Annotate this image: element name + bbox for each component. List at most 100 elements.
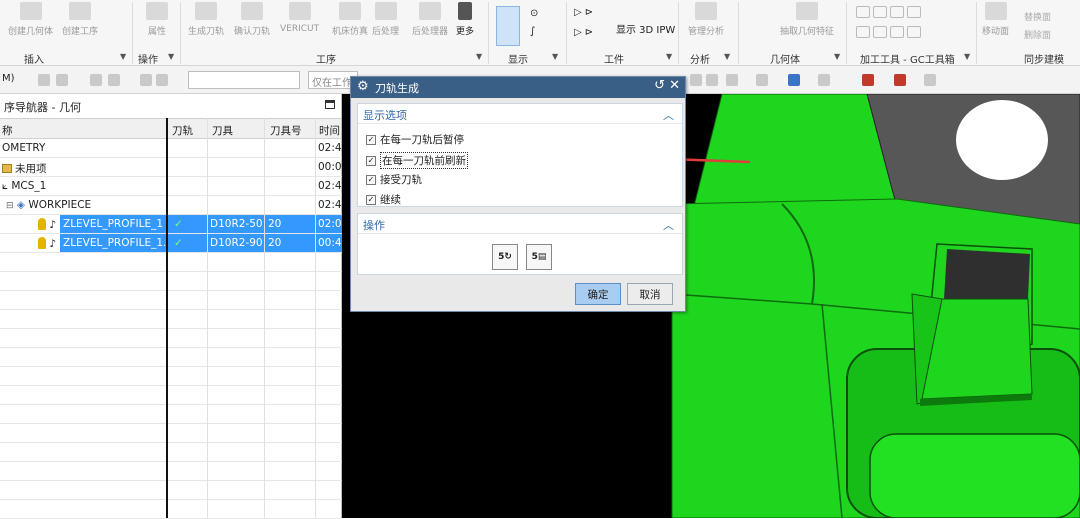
- group-geometry-dropdown-icon[interactable]: ▼: [834, 52, 840, 61]
- table-row[interactable]: ♪ ZLEVEL_PROFILE_1 ✓ D10R2-50 20 02:0: [0, 215, 342, 234]
- filter-icon-4[interactable]: [108, 74, 120, 86]
- cancel-button[interactable]: 取消: [627, 283, 673, 305]
- machine-sim-icon: [339, 2, 361, 20]
- table-row[interactable]: ⟀ MCS_1 02:4: [0, 177, 342, 196]
- reset-icon[interactable]: ↺: [654, 78, 665, 93]
- refresh-before-path-checkbox[interactable]: ✓: [366, 155, 376, 166]
- display-toggle-button[interactable]: [496, 6, 520, 46]
- accept-path-option[interactable]: ✓ 接受刀轨: [366, 172, 422, 187]
- generate-path-icon: [195, 2, 217, 20]
- dialog-titlebar[interactable]: ⚙ 刀轨生成 ↺ ✕: [351, 77, 685, 98]
- gc-tool-icon-5: [856, 26, 870, 38]
- operation-navigator: 序导航器 - 几何 称 刀轨 刀具 刀具号 时间 OMETRY 02:4 未用项…: [0, 94, 342, 519]
- workpiece-tool-1[interactable]: ▷ ⊳: [574, 7, 593, 18]
- vericut-icon: [288, 2, 311, 20]
- manage-analysis-button[interactable]: 管理分析: [688, 0, 724, 48]
- refresh-before-path-option[interactable]: ✓ 在每一刀轨前刷新: [366, 152, 468, 169]
- group-analysis-dropdown-icon[interactable]: ▼: [724, 52, 730, 61]
- extract-geometry-icon: [796, 2, 818, 20]
- measure-icon[interactable]: [894, 74, 906, 86]
- properties-icon: [146, 2, 168, 20]
- group-insert-dropdown-icon[interactable]: ▼: [120, 52, 126, 61]
- col-name[interactable]: 称: [2, 123, 13, 138]
- gc-tools-row-2[interactable]: [856, 26, 921, 38]
- delete-face-button[interactable]: 删除面: [1024, 28, 1051, 41]
- navigator-header: 称 刀轨 刀具 刀具号 时间: [0, 118, 341, 139]
- folder-icon: [2, 164, 12, 173]
- col-toolno[interactable]: 刀具号: [270, 123, 302, 138]
- selection-filter-select[interactable]: [188, 71, 300, 89]
- group-analysis-label: 分析: [690, 55, 710, 66]
- group-operation-label: 操作: [138, 55, 158, 66]
- gc-tools-row-1[interactable]: [856, 6, 921, 18]
- view-icon-1[interactable]: [690, 74, 702, 86]
- target-icon[interactable]: ⊙: [530, 8, 538, 19]
- ok-button[interactable]: 确定: [575, 283, 621, 305]
- filter-icon-6[interactable]: [156, 74, 168, 86]
- cube-view-icon[interactable]: [788, 74, 800, 86]
- group-workpiece-dropdown-icon[interactable]: ▼: [666, 52, 672, 61]
- pause-after-path-option[interactable]: ✓ 在每一刀轨后暂停: [366, 132, 464, 147]
- continue-option[interactable]: ✓ 继续: [366, 192, 401, 207]
- workpiece-tool-2[interactable]: ▷ ⊳: [574, 27, 593, 38]
- show-3d-ipw-button[interactable]: 显示 3D IPW: [616, 21, 675, 36]
- filter-icon-2[interactable]: [56, 74, 68, 86]
- display-options-section: 显示选项 ︿ ✓ 在每一刀轨后暂停 ✓ 在每一刀轨前刷新 ✓ 接受刀轨 ✓ 继续: [357, 103, 683, 207]
- generate-icon[interactable]: 5↻: [492, 244, 518, 270]
- table-row[interactable]: 未用项 00:0: [0, 158, 342, 177]
- move-face-button[interactable]: 移动面: [982, 0, 1009, 48]
- extract-geometry-button[interactable]: 抽取几何特征: [780, 0, 834, 48]
- col-time[interactable]: 时间: [319, 123, 340, 138]
- table-row[interactable]: ⊟ ◈ WORKPIECE 02:4: [0, 196, 342, 215]
- group-display-label: 显示: [508, 55, 528, 66]
- group-display-dropdown-icon[interactable]: ▼: [552, 52, 558, 61]
- view-icon-2[interactable]: [726, 74, 738, 86]
- group-gc-dropdown-icon[interactable]: ▼: [964, 52, 970, 61]
- maximize-icon[interactable]: [325, 100, 335, 109]
- close-icon[interactable]: ✕: [669, 78, 680, 93]
- collapse-chevron-icon-2[interactable]: ︿: [663, 217, 674, 233]
- table-row[interactable]: OMETRY 02:4: [0, 139, 342, 158]
- create-geometry-button[interactable]: 创建几何体: [8, 0, 53, 48]
- filter-icon-3[interactable]: [90, 74, 102, 86]
- generate-path-button[interactable]: 生成刀轨: [188, 0, 224, 48]
- csys-icon[interactable]: [862, 74, 874, 86]
- accept-path-checkbox[interactable]: ✓: [366, 174, 376, 185]
- operation-icon: ♪: [49, 219, 57, 231]
- pause-after-path-checkbox[interactable]: ✓: [366, 134, 376, 145]
- group-sync-label: 同步建模: [1024, 55, 1064, 66]
- group-process-label: 工序: [316, 55, 336, 66]
- render-icon[interactable]: [756, 74, 768, 86]
- replace-face-button[interactable]: 替换面: [1024, 10, 1051, 23]
- collapse-chevron-icon[interactable]: ︿: [663, 107, 674, 123]
- collapse-icon[interactable]: ⊟: [6, 201, 14, 211]
- mcs-icon: ⟀: [2, 181, 8, 192]
- properties-button[interactable]: 属性: [146, 0, 168, 48]
- postprocess-button[interactable]: 后处理: [372, 0, 399, 48]
- display-options-header[interactable]: 显示选项 ︿: [358, 104, 682, 124]
- col-tool[interactable]: 刀具: [212, 123, 233, 138]
- create-operation-button[interactable]: 创建工序: [62, 0, 98, 48]
- postprocessor-icon: [419, 2, 441, 20]
- group-operation-dropdown-icon[interactable]: ▼: [168, 52, 174, 61]
- more-button[interactable]: 更多: [456, 0, 474, 48]
- layer-icon[interactable]: [924, 74, 936, 86]
- operations-header[interactable]: 操作 ︿: [358, 214, 682, 234]
- group-process-dropdown-icon[interactable]: ▼: [476, 52, 482, 61]
- view-icon-3[interactable]: [818, 74, 830, 86]
- table-row[interactable]: ♪ ZLEVEL_PROFILE_1... ✓ D10R2-90 20 00:4: [0, 234, 342, 253]
- postprocessor-button[interactable]: 后处理器: [412, 0, 448, 48]
- rotate-icon[interactable]: [706, 74, 718, 86]
- curve-icon[interactable]: ∫: [530, 26, 535, 37]
- replay-icon[interactable]: 5▤: [526, 244, 552, 270]
- machine-sim-button[interactable]: 机床仿真: [332, 0, 368, 48]
- group-insert-label: 插入: [24, 55, 44, 66]
- continue-checkbox[interactable]: ✓: [366, 194, 376, 205]
- menu-select-label[interactable]: M): [2, 73, 15, 84]
- filter-icon-1[interactable]: [38, 74, 50, 86]
- create-geometry-icon: [19, 2, 42, 20]
- filter-icon-5[interactable]: [140, 74, 152, 86]
- col-path[interactable]: 刀轨: [172, 123, 193, 138]
- verify-path-button[interactable]: 确认刀轨: [234, 0, 270, 48]
- vericut-button[interactable]: VERICUT: [280, 0, 319, 48]
